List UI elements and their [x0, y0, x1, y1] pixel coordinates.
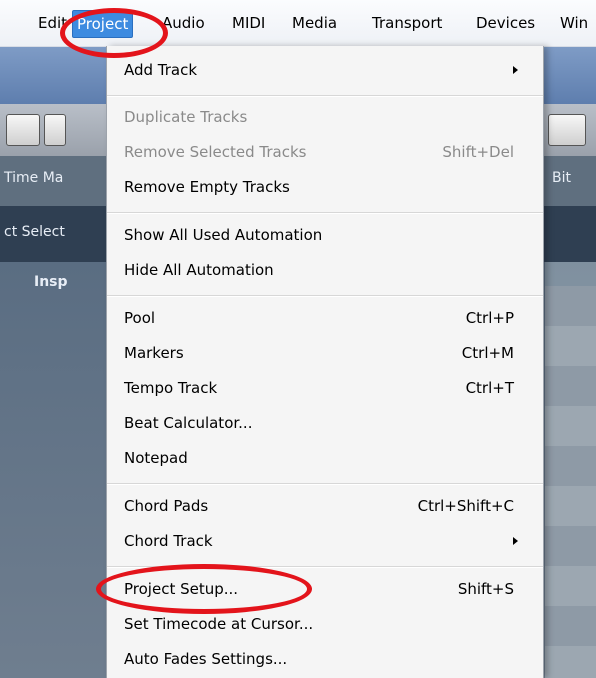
- menu-item-label: Hide All Automation: [124, 261, 274, 279]
- menu-transport[interactable]: Transport: [368, 10, 446, 36]
- menu-item-tempo-track[interactable]: Tempo Track Ctrl+T: [124, 371, 524, 405]
- menu-item-add-track[interactable]: Add Track: [124, 53, 524, 87]
- record-mode-button[interactable]: [6, 114, 40, 146]
- menu-devices[interactable]: Devices: [472, 10, 539, 36]
- menu-item-set-timecode-at-cursor[interactable]: Set Timecode at Cursor...: [124, 607, 524, 641]
- menu-item-hide-all-automation[interactable]: Hide All Automation: [124, 253, 524, 287]
- menu-item-label: Project Setup...: [124, 580, 239, 598]
- selection-label: ct Select: [4, 224, 65, 240]
- menu-item-chord-pads[interactable]: Chord Pads Ctrl+Shift+C: [124, 489, 524, 523]
- menu-item-pool[interactable]: Pool Ctrl+P: [124, 301, 524, 335]
- menu-project[interactable]: Project: [72, 10, 134, 38]
- menu-item-shortcut: Ctrl+T: [465, 379, 514, 397]
- submenu-arrow-icon: [513, 66, 518, 74]
- menu-separator: [107, 566, 543, 568]
- menu-item-shortcut: Shift+S: [457, 580, 514, 598]
- menu-item-label: Remove Empty Tracks: [124, 178, 290, 196]
- menu-item-label: Duplicate Tracks: [124, 108, 248, 126]
- menu-separator: [107, 212, 543, 214]
- menu-window[interactable]: Win: [556, 10, 592, 36]
- menu-item-label: Show All Used Automation: [124, 226, 323, 244]
- menu-item-label: Remove Selected Tracks: [124, 143, 307, 161]
- menu-edit[interactable]: Edit: [34, 10, 71, 36]
- toolbar-button[interactable]: [44, 114, 66, 146]
- menu-item-label: Notepad: [124, 449, 188, 467]
- menu-midi[interactable]: MIDI: [228, 10, 269, 36]
- ruler-right-label: Bit: [552, 170, 571, 186]
- menu-item-duplicate-tracks[interactable]: Duplicate Tracks: [124, 100, 524, 134]
- menu-item-label: Set Timecode at Cursor...: [124, 615, 314, 633]
- menu-item-shortcut: Ctrl+P: [465, 309, 514, 327]
- menu-audio[interactable]: Audio: [158, 10, 209, 36]
- menu-item-label: Tempo Track: [124, 379, 218, 397]
- menu-item-label: Markers: [124, 344, 184, 362]
- menu-item-markers[interactable]: Markers Ctrl+M: [124, 336, 524, 370]
- menu-item-label: Chord Pads: [124, 497, 209, 515]
- menu-item-label: Beat Calculator...: [124, 414, 253, 432]
- menu-separator: [107, 483, 543, 485]
- menu-item-remove-selected-tracks[interactable]: Remove Selected Tracks Shift+Del: [124, 135, 524, 169]
- menu-item-project-setup[interactable]: Project Setup... Shift+S: [124, 572, 524, 606]
- menu-item-label: Chord Track: [124, 532, 213, 550]
- menu-item-show-all-used-automation[interactable]: Show All Used Automation: [124, 218, 524, 252]
- menu-item-shortcut: Ctrl+Shift+C: [417, 497, 514, 515]
- menu-item-beat-calculator[interactable]: Beat Calculator...: [124, 406, 524, 440]
- project-menu-dropdown: Add Track Duplicate Tracks Remove Select…: [106, 46, 544, 678]
- menu-separator: [107, 295, 543, 297]
- track-list: [545, 286, 596, 678]
- menu-media[interactable]: Media: [288, 10, 341, 36]
- ruler-label: Time Ma: [4, 170, 64, 186]
- menu-item-label: Auto Fades Settings...: [124, 650, 288, 668]
- menu-item-auto-fades-settings[interactable]: Auto Fades Settings...: [124, 642, 524, 676]
- menu-item-remove-empty-tracks[interactable]: Remove Empty Tracks: [124, 170, 524, 204]
- menu-bar: Edit Project Audio MIDI Media Transport …: [0, 0, 596, 47]
- menu-item-label: Add Track: [124, 61, 198, 79]
- menu-item-shortcut: Ctrl+M: [461, 344, 514, 362]
- submenu-arrow-icon: [513, 537, 518, 545]
- menu-separator: [107, 95, 543, 97]
- menu-item-shortcut: Shift+Del: [442, 143, 514, 161]
- menu-item-chord-track[interactable]: Chord Track: [124, 524, 524, 558]
- menu-item-label: Pool: [124, 309, 156, 327]
- inspector-label: Insp: [34, 274, 68, 290]
- menu-item-notepad[interactable]: Notepad: [124, 441, 524, 475]
- toolbar-button-right[interactable]: [548, 114, 586, 146]
